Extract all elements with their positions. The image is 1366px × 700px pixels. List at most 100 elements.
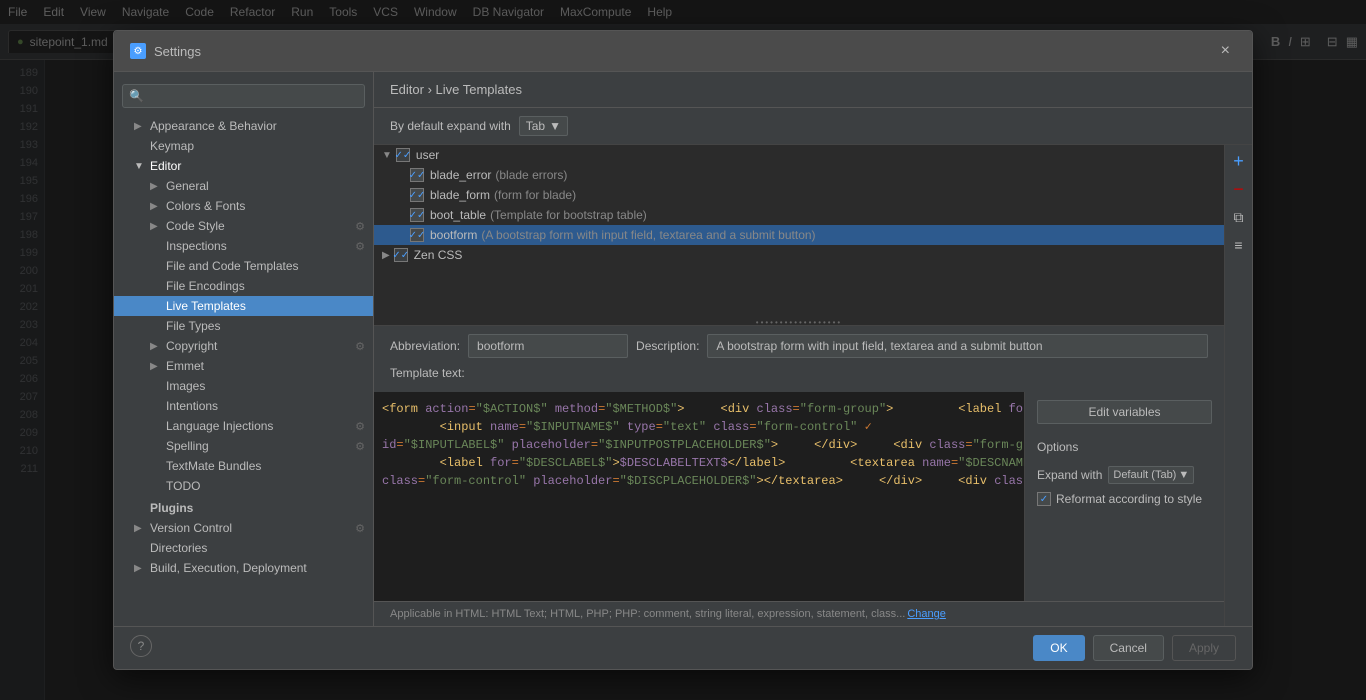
sidebar-item-editor[interactable]: ▼ Editor: [114, 156, 373, 176]
expand-arrow-emmet: ▶: [150, 361, 162, 372]
sidebar-label: Appearance & Behavior: [150, 119, 277, 133]
template-item-blade-error[interactable]: ✓ blade_error (blade errors): [374, 165, 1224, 185]
sidebar-item-appearance[interactable]: ▶ Appearance & Behavior: [114, 116, 373, 136]
options-title: Options: [1037, 440, 1212, 454]
abbreviation-row: Abbreviation: Description:: [390, 334, 1208, 358]
template-group-user[interactable]: ▼ ✓ user: [374, 145, 1224, 165]
group-label-user: user: [416, 148, 439, 162]
expand-with-dropdown[interactable]: Default (Tab) ▼: [1108, 466, 1194, 484]
modal-body: 🔍 ▶ Appearance & Behavior Keymap: [114, 72, 1252, 626]
ok-button[interactable]: OK: [1033, 635, 1084, 661]
description-input[interactable]: [707, 334, 1208, 358]
sidebar-label: Live Templates: [166, 299, 246, 313]
template-text-label: Template text:: [390, 366, 1208, 380]
sidebar-item-spelling[interactable]: Spelling ⚙: [114, 436, 373, 456]
sidebar-item-language-injections[interactable]: Language Injections ⚙: [114, 416, 373, 436]
sidebar-label: File Types: [166, 319, 220, 333]
template-item-bootform[interactable]: ✓ bootform (A bootstrap form with input …: [374, 225, 1224, 245]
item-checkbox-blade-form[interactable]: ✓: [410, 188, 424, 202]
close-button[interactable]: ×: [1215, 41, 1236, 61]
sidebar-item-todo[interactable]: TODO: [114, 476, 373, 496]
group-checkbox-user[interactable]: ✓: [396, 148, 410, 162]
item-checkbox-boot-table[interactable]: ✓: [410, 208, 424, 222]
sidebar-label: TODO: [166, 479, 200, 493]
item-desc-blade-form: (form for blade): [494, 188, 576, 202]
group-expand-arrow: ▼: [382, 150, 392, 161]
apply-button[interactable]: Apply: [1172, 635, 1236, 661]
abbreviation-label: Abbreviation:: [390, 339, 460, 353]
copy-template-button[interactable]: ⧉: [1227, 205, 1251, 229]
sidebar-item-file-code-templates[interactable]: File and Code Templates: [114, 256, 373, 276]
code-editor[interactable]: <form action="$ACTION$" method="$METHOD$…: [374, 392, 1024, 601]
sidebar-item-live-templates[interactable]: Live Templates: [114, 296, 373, 316]
reformat-label: Reformat according to style: [1056, 492, 1202, 506]
reformat-checkbox-row: Reformat according to style: [1037, 492, 1212, 506]
resize-handle[interactable]: ••••••••••••••••••: [374, 319, 1224, 325]
sidebar-item-colors-fonts[interactable]: ▶ Colors & Fonts: [114, 196, 373, 216]
add-template-button[interactable]: +: [1227, 149, 1251, 173]
group-expand-arrow-zencss: ▶: [382, 250, 390, 261]
expand-with-value: Default (Tab): [1113, 469, 1176, 481]
sidebar-item-code-style[interactable]: ▶ Code Style ⚙: [114, 216, 373, 236]
gear-icon-inspections: ⚙: [355, 240, 365, 253]
group-checkbox-zencss[interactable]: ✓: [394, 248, 408, 262]
code-options-area: <form action="$ACTION$" method="$METHOD$…: [374, 392, 1224, 601]
sidebar-item-file-encodings[interactable]: File Encodings: [114, 276, 373, 296]
gear-icon-vc: ⚙: [355, 522, 365, 535]
item-name-bootform: bootform: [430, 228, 477, 242]
template-tree: ▼ ✓ user ✓ blade_error (blade errors): [374, 145, 1224, 325]
sidebar-item-intentions[interactable]: Intentions: [114, 396, 373, 416]
change-link[interactable]: Change: [907, 608, 946, 620]
template-group-zencss[interactable]: ▶ ✓ Zen CSS: [374, 245, 1224, 265]
abbreviation-input[interactable]: [468, 334, 628, 358]
sidebar-label: Inspections: [166, 239, 227, 253]
sidebar-label: TextMate Bundles: [166, 459, 261, 473]
move-template-button[interactable]: ≡: [1227, 233, 1251, 257]
reformat-checkbox[interactable]: [1037, 492, 1051, 506]
footer-spacer: [160, 635, 1025, 661]
expand-dropdown[interactable]: Tab ▼: [519, 116, 568, 136]
help-button[interactable]: ?: [130, 635, 152, 657]
sidebar-item-keymap[interactable]: Keymap: [114, 136, 373, 156]
sidebar-label: File and Code Templates: [166, 259, 299, 273]
sidebar-item-vc[interactable]: ▶ Version Control ⚙: [114, 518, 373, 538]
sidebar-item-file-types[interactable]: File Types: [114, 316, 373, 336]
item-checkbox-bootform[interactable]: ✓: [410, 228, 424, 242]
sidebar-item-emmet[interactable]: ▶ Emmet: [114, 356, 373, 376]
search-box: 🔍: [122, 84, 365, 108]
sidebar-item-images[interactable]: Images: [114, 376, 373, 396]
edit-area: Abbreviation: Description: Template text…: [374, 325, 1224, 392]
sidebar-label: Colors & Fonts: [166, 199, 245, 213]
item-name-blade-form: blade_form: [430, 188, 490, 202]
sidebar-item-textmate[interactable]: TextMate Bundles: [114, 456, 373, 476]
sidebar-item-build[interactable]: ▶ Build, Execution, Deployment: [114, 558, 373, 578]
sidebar-item-plugins[interactable]: Plugins: [114, 498, 373, 518]
search-input[interactable]: [122, 84, 365, 108]
expand-arrow-codestyle: ▶: [150, 221, 162, 232]
modal-title-row: ⚙ Settings: [130, 43, 201, 59]
status-bar: Applicable in HTML: HTML Text; HTML, PHP…: [374, 601, 1224, 626]
expand-arrow-general: ▶: [150, 181, 162, 192]
search-icon: 🔍: [129, 89, 144, 103]
sidebar-label: Images: [166, 379, 205, 393]
sidebar-item-copyright[interactable]: ▶ Copyright ⚙: [114, 336, 373, 356]
gear-icon-copyright: ⚙: [355, 340, 365, 353]
item-checkbox-blade-error[interactable]: ✓: [410, 168, 424, 182]
template-item-boot-table[interactable]: ✓ boot_table (Template for bootstrap tab…: [374, 205, 1224, 225]
sidebar-item-inspections[interactable]: Inspections ⚙: [114, 236, 373, 256]
modal-header: ⚙ Settings ×: [114, 31, 1252, 72]
remove-template-button[interactable]: −: [1227, 177, 1251, 201]
expand-arrow-vc: ▶: [134, 523, 146, 534]
sidebar-item-directories[interactable]: Directories: [114, 538, 373, 558]
edit-variables-button[interactable]: Edit variables: [1037, 400, 1212, 424]
sidebar-item-general[interactable]: ▶ General: [114, 176, 373, 196]
gear-icon-codestyle: ⚙: [355, 220, 365, 233]
sidebar-label: Intentions: [166, 399, 218, 413]
expand-with-label: Expand with: [1037, 468, 1102, 482]
item-desc-boot-table: (Template for bootstrap table): [490, 208, 647, 222]
cancel-button[interactable]: Cancel: [1093, 635, 1164, 661]
template-item-blade-form[interactable]: ✓ blade_form (form for blade): [374, 185, 1224, 205]
content-header: Editor › Live Templates: [374, 72, 1252, 108]
sidebar-label: Plugins: [150, 501, 193, 515]
description-label: Description:: [636, 339, 699, 353]
